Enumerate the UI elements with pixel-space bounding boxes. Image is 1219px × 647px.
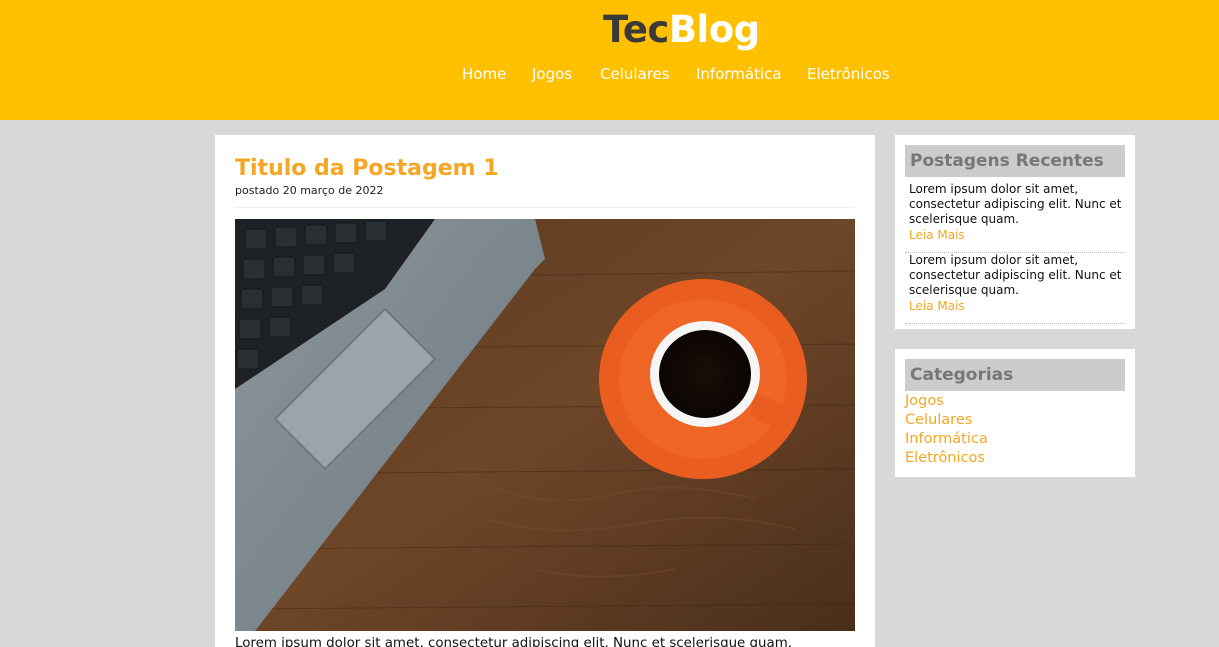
main-nav: Home Jogos Celulares Informática Eletrôn… bbox=[0, 64, 1219, 86]
category-link-eletronicos[interactable]: Eletrônicos bbox=[905, 449, 988, 468]
category-list: Jogos Celulares Informática Eletrônicos bbox=[905, 392, 988, 468]
recent-posts-title: Postagens Recentes bbox=[905, 145, 1125, 177]
category-link-celulares[interactable]: Celulares bbox=[905, 411, 988, 430]
nav-item-eletronicos[interactable]: Eletrônicos bbox=[807, 64, 890, 84]
recent-posts-widget: Postagens Recentes Lorem ipsum dolor sit… bbox=[895, 135, 1135, 329]
site-logo[interactable]: TecBlog bbox=[603, 6, 760, 54]
nav-item-jogos[interactable]: Jogos bbox=[532, 64, 572, 84]
post-card: Titulo da Postagem 1 postado 20 março de… bbox=[215, 135, 875, 647]
read-more-link[interactable]: Leia Mais bbox=[909, 228, 965, 243]
site-header: TecBlog Home Jogos Celulares Informática… bbox=[0, 0, 1219, 120]
recent-post-item: Lorem ipsum dolor sit amet, consectetur … bbox=[905, 253, 1125, 324]
categories-widget: Categorias Jogos Celulares Informática E… bbox=[895, 349, 1135, 477]
post-date: postado 20 março de 2022 bbox=[235, 184, 384, 197]
laptop-coffee-photo bbox=[235, 219, 855, 631]
nav-item-home[interactable]: Home bbox=[462, 64, 506, 84]
recent-post-text: Lorem ipsum dolor sit amet, consectetur … bbox=[909, 182, 1122, 226]
logo-text-blog: Blog bbox=[668, 8, 760, 51]
post-excerpt: Lorem ipsum dolor sit amet, consectetur … bbox=[235, 636, 793, 647]
logo-text-tec: Tec bbox=[603, 8, 669, 51]
nav-item-informatica[interactable]: Informática bbox=[696, 64, 782, 84]
post-image bbox=[235, 219, 855, 631]
categories-title: Categorias bbox=[905, 359, 1125, 391]
nav-item-celulares[interactable]: Celulares bbox=[600, 64, 670, 84]
category-link-jogos[interactable]: Jogos bbox=[905, 392, 988, 411]
read-more-link[interactable]: Leia Mais bbox=[909, 299, 965, 314]
post-title[interactable]: Titulo da Postagem 1 bbox=[235, 155, 499, 183]
post-divider bbox=[235, 207, 855, 208]
category-link-informatica[interactable]: Informática bbox=[905, 430, 988, 449]
recent-post-item: Lorem ipsum dolor sit amet, consectetur … bbox=[905, 182, 1125, 253]
recent-post-text: Lorem ipsum dolor sit amet, consectetur … bbox=[909, 253, 1122, 297]
